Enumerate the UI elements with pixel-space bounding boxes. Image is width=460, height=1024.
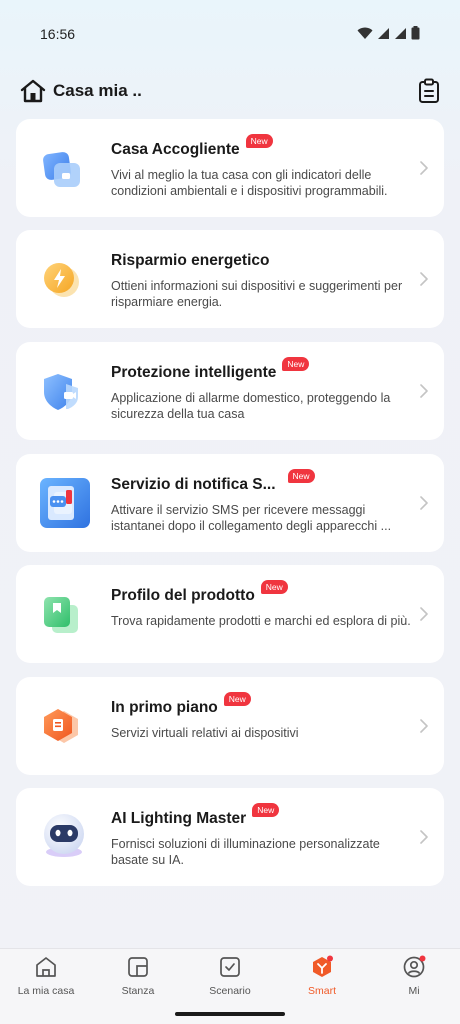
card-title: In primo piano New [111, 692, 251, 717]
card-title: Protezione intelligente New [111, 357, 310, 382]
card-ai-lighting-master[interactable]: AI Lighting Master New Fornisci soluzioni… [16, 788, 444, 886]
status-icons [357, 26, 420, 40]
card-protezione-intelligente[interactable]: Protezione intelligente New Applicazione … [16, 342, 444, 440]
new-badge: New [287, 469, 315, 483]
home-indicator-bar[interactable] [175, 1012, 285, 1016]
card-description: Vivi al meglio la tua casa con gli indic… [111, 168, 388, 198]
new-badge: New [245, 134, 273, 148]
card-description: Trova rapidamente prodotti e marchi ed e… [111, 614, 411, 628]
welcoming-home-icon [43, 152, 80, 187]
new-badge: New [260, 580, 288, 594]
wifi-icon [357, 27, 373, 39]
card-title: Servizio di notifica S... New [111, 469, 315, 494]
nav-la-mia-casa[interactable]: La mia casa [0, 955, 92, 1005]
nav-mi[interactable]: Mi [368, 955, 460, 1005]
card-title: Risparmio energetico [111, 252, 270, 269]
smart-icon [313, 955, 333, 977]
nav-label: La mia casa [17, 985, 75, 997]
nav-label: Mi [408, 985, 420, 997]
sms-notification-icon [40, 478, 90, 528]
card-description: Applicazione di allarme domestico, prote… [111, 391, 391, 421]
new-badge: New [223, 692, 251, 706]
card-title: Casa Accogliente New [111, 134, 273, 159]
nav-label: Smart [307, 985, 336, 997]
header: Casa mia .. [0, 74, 460, 108]
nav-label: Scenario [209, 985, 251, 997]
chevron-right-icon [420, 161, 428, 175]
card-profilo-prodotto[interactable]: Profilo del prodotto New Trova rapidament… [16, 565, 444, 663]
new-badge: New [282, 357, 310, 371]
card-description: Ottieni informazioni sui dispositivi e s… [111, 279, 403, 309]
chevron-right-icon [420, 496, 428, 510]
chevron-right-icon [420, 607, 428, 621]
chevron-right-icon [420, 272, 428, 286]
chevron-right-icon [420, 719, 428, 733]
featured-icon [44, 709, 78, 743]
nav-label: Stanza [121, 985, 155, 997]
card-servizio-notifica-sms[interactable]: Servizio di notifica S... New Attivare il… [16, 454, 444, 552]
room-icon [128, 957, 148, 977]
new-badge: New [252, 803, 280, 817]
signal-icon [378, 27, 389, 39]
status-bar: 16:56 [0, 0, 460, 66]
clipboard-icon[interactable] [418, 78, 440, 104]
card-description: Attivare il servizio SMS per ricevere me… [111, 503, 392, 533]
chevron-right-icon [420, 384, 428, 398]
product-profile-icon [44, 597, 78, 633]
card-casa-accogliente[interactable]: Casa Accogliente New Vivi al meglio la tu… [16, 119, 444, 217]
home-icon [36, 957, 56, 977]
status-time: 16:56 [40, 26, 76, 42]
ai-robot-icon [44, 814, 84, 857]
card-description: Servizi virtuali relativi ai dispositivi [111, 726, 299, 740]
card-title: AI Lighting Master New [111, 803, 280, 828]
nav-smart[interactable]: Smart [276, 955, 368, 1005]
nav-stanza[interactable]: Stanza [92, 955, 184, 1005]
card-risparmio-energetico[interactable]: Risparmio energetico Ottieni informazion… [16, 230, 444, 328]
signal-icon [395, 27, 406, 39]
energy-saving-icon [44, 263, 79, 297]
home-selector-title[interactable]: Casa mia .. [53, 81, 142, 101]
card-title: Profilo del prodotto New [111, 580, 288, 605]
battery-icon [411, 26, 420, 40]
chevron-right-icon [420, 830, 428, 844]
shield-camera-icon [44, 374, 78, 410]
scenario-icon [220, 957, 240, 977]
home-icon[interactable] [20, 79, 46, 103]
card-description: Fornisci soluzioni di illuminazione pers… [111, 837, 380, 867]
card-in-primo-piano[interactable]: In primo piano New Servizi virtuali relat… [16, 677, 444, 775]
profile-icon [403, 955, 426, 978]
nav-scenario[interactable]: Scenario [184, 955, 276, 1005]
